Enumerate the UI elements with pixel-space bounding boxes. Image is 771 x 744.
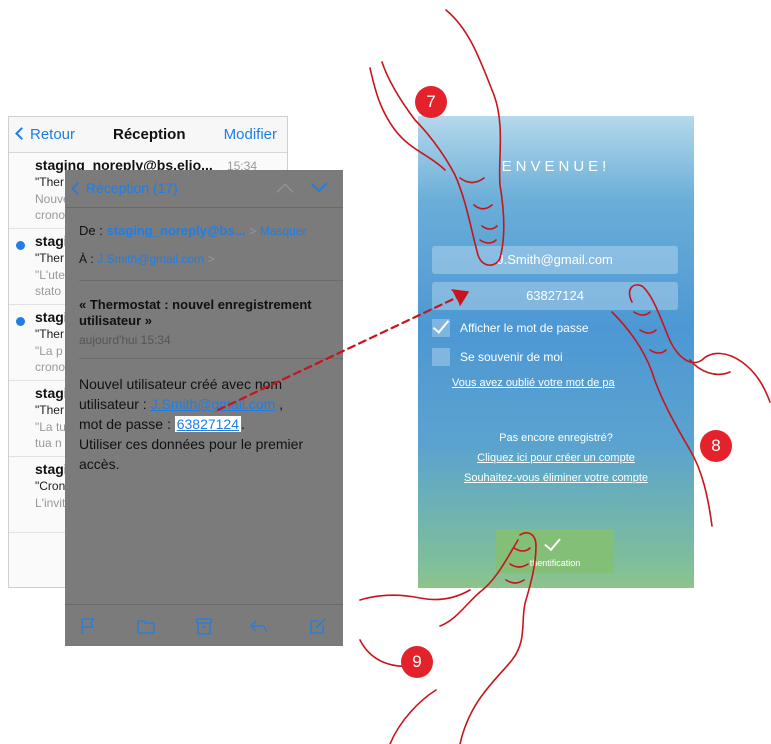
hand-9-illustration: [359, 532, 537, 744]
gesture-overlay: [216, 9, 771, 744]
step-marker-9: 9: [401, 646, 433, 678]
dashed-arrow: [216, 293, 464, 412]
hand-7-illustration: [369, 9, 505, 266]
step-marker-8: 8: [700, 430, 732, 462]
step-marker-7: 7: [415, 86, 447, 118]
arrow-head: [451, 289, 469, 306]
hand-8-illustration: [611, 284, 771, 527]
